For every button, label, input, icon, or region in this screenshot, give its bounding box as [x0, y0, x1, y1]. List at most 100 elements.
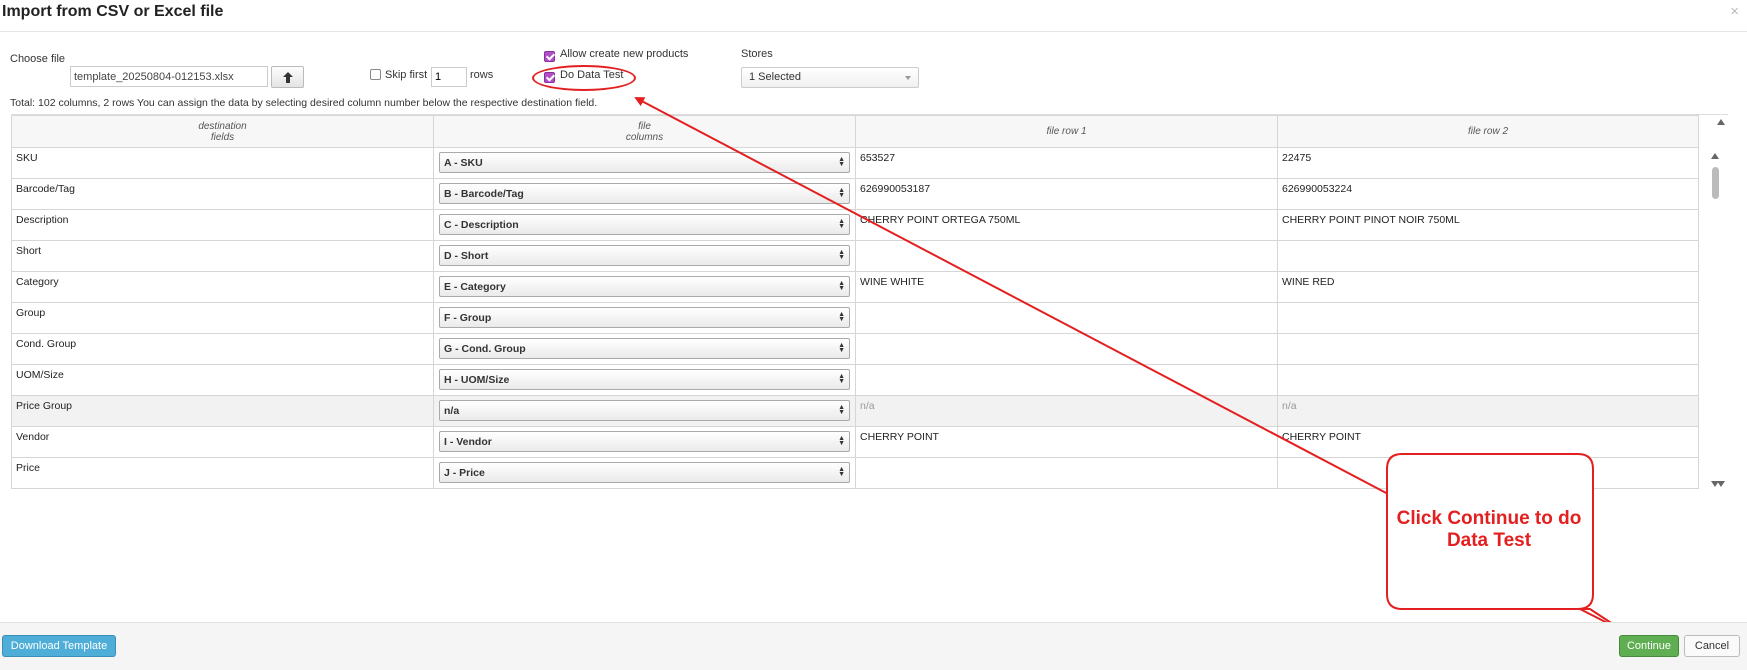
column-select[interactable]: n/a ▲ ▼ — [439, 400, 850, 421]
table-row: Vendor I - Vendor ▲ ▼ CHERRY POINT CHERRY … — [11, 426, 1699, 458]
column-select[interactable]: J - Price ▲ ▼ — [439, 462, 850, 483]
destination-field: Cond. Group — [11, 333, 434, 365]
header-file-row-1: file row 1 — [855, 115, 1278, 148]
file-row-2-value — [1277, 240, 1699, 272]
file-row-2-value: 22475 — [1277, 147, 1699, 179]
cancel-button[interactable]: Cancel — [1684, 635, 1740, 657]
file-row-2-value: CHERRY POINT — [1277, 426, 1699, 458]
file-row-1-value — [855, 302, 1278, 334]
import-info-text: Total: 102 columns, 2 rows You can assig… — [10, 97, 598, 109]
table-row: SKU A - SKU ▲ ▼ 653527 22475 — [11, 147, 1699, 179]
outer-scroll-up-icon[interactable] — [1717, 119, 1725, 125]
file-row-2-value — [1277, 333, 1699, 365]
table-row: Price Group n/a ▲ ▼ n/a n/a — [11, 395, 1699, 427]
table-row: Cond. Group G - Cond. Group ▲ ▼ — [11, 333, 1699, 365]
upload-arrow-icon — [282, 71, 293, 83]
stores-select[interactable]: 1 Selected — [741, 67, 919, 88]
skip-first-label: Skip first — [385, 69, 428, 81]
column-select[interactable]: I - Vendor ▲ ▼ — [439, 431, 850, 452]
file-row-1-value: 626990053187 — [855, 178, 1278, 210]
column-select[interactable]: B - Barcode/Tag ▲ ▼ — [439, 183, 850, 204]
updown-icon: ▲ ▼ — [838, 373, 845, 385]
table-row: UOM/Size H - UOM/Size ▲ ▼ — [11, 364, 1699, 396]
destination-field: Category — [11, 271, 434, 303]
continue-button[interactable]: Continue — [1619, 635, 1679, 657]
file-row-1-value — [855, 364, 1278, 396]
mapping-grid: destination fields file columns file row 1… — [11, 114, 1728, 492]
file-row-2-value — [1277, 364, 1699, 396]
dialog-title: Import from CSV or Excel file — [2, 3, 224, 20]
column-select[interactable]: G - Cond. Group ▲ ▼ — [439, 338, 850, 359]
table-row: Description C - Description ▲ ▼ CHERRY POI… — [11, 209, 1699, 241]
skip-rows-input[interactable] — [431, 67, 467, 87]
table-row: Category E - Category ▲ ▼ WINE WHITE WINE … — [11, 271, 1699, 303]
dialog-header: Import from CSV or Excel file × — [0, 0, 1747, 32]
file-row-1-value — [855, 457, 1278, 489]
allow-create-label: Allow create new products — [560, 48, 689, 60]
file-row-1-value: CHERRY POINT ORTEGA 750ML — [855, 209, 1278, 241]
skip-first-checkbox[interactable] — [370, 69, 381, 80]
close-icon[interactable]: × — [1730, 3, 1739, 20]
choose-file-label: Choose file — [10, 53, 66, 65]
updown-icon: ▲ ▼ — [838, 342, 845, 354]
outer-scroll-down-icon[interactable] — [1717, 481, 1725, 487]
updown-icon: ▲ ▼ — [838, 187, 845, 199]
destination-field: Price — [11, 457, 434, 489]
file-row-2-value — [1277, 457, 1699, 489]
updown-icon: ▲ ▼ — [838, 466, 845, 478]
destination-field: Short — [11, 240, 434, 272]
file-row-1-value — [855, 333, 1278, 365]
stores-label: Stores — [741, 48, 773, 60]
file-row-1-value: WINE WHITE — [855, 271, 1278, 303]
allow-create-checkbox[interactable] — [544, 51, 555, 62]
file-row-2-value: WINE RED — [1277, 271, 1699, 303]
rows-label: rows — [470, 69, 494, 81]
column-select[interactable]: C - Description ▲ ▼ — [439, 214, 850, 235]
updown-icon: ▲ ▼ — [838, 156, 845, 168]
scrollbar-thumb[interactable] — [1712, 167, 1719, 199]
updown-icon: ▲ ▼ — [838, 404, 845, 416]
header-file-columns: file columns — [433, 115, 856, 148]
callout-text: Click Continue to do Data Test — [1396, 508, 1582, 551]
table-row: Barcode/Tag B - Barcode/Tag ▲ ▼ 6269900531… — [11, 178, 1699, 210]
grid-scrollbar[interactable] — [1710, 151, 1720, 491]
updown-icon: ▲ ▼ — [838, 249, 845, 261]
highlight-ellipse — [532, 65, 636, 91]
stores-selected-value: 1 Selected — [749, 71, 801, 83]
file-row-2-value: n/a — [1277, 395, 1699, 427]
destination-field: Description — [11, 209, 434, 241]
file-row-2-value: 626990053224 — [1277, 178, 1699, 210]
destination-field: Vendor — [11, 426, 434, 458]
file-row-1-value: CHERRY POINT — [855, 426, 1278, 458]
file-row-1-value — [855, 240, 1278, 272]
file-row-1-value: 653527 — [855, 147, 1278, 179]
destination-field: UOM/Size — [11, 364, 434, 396]
mapping-table: destination fields file columns file row 1… — [11, 115, 1699, 489]
column-select[interactable]: A - SKU ▲ ▼ — [439, 152, 850, 173]
updown-icon: ▲ ▼ — [838, 280, 845, 292]
column-select[interactable]: F - Group ▲ ▼ — [439, 307, 850, 328]
destination-field: SKU — [11, 147, 434, 179]
scroll-up-icon[interactable] — [1711, 153, 1719, 159]
upload-button[interactable] — [271, 66, 304, 88]
destination-field: Barcode/Tag — [11, 178, 434, 210]
file-row-2-value — [1277, 302, 1699, 334]
updown-icon: ▲ ▼ — [838, 311, 845, 323]
column-select[interactable]: H - UOM/Size ▲ ▼ — [439, 369, 850, 390]
destination-field: Price Group — [11, 395, 434, 427]
file-row-1-value: n/a — [855, 395, 1278, 427]
table-row: Price J - Price ▲ ▼ — [11, 457, 1699, 489]
column-select[interactable]: E - Category ▲ ▼ — [439, 276, 850, 297]
table-header-row: destination fields file columns file row 1… — [11, 115, 1699, 148]
download-template-button[interactable]: Download Template — [2, 635, 116, 657]
updown-icon: ▲ ▼ — [838, 218, 845, 230]
updown-icon: ▲ ▼ — [838, 435, 845, 447]
header-file-row-2: file row 2 — [1277, 115, 1699, 148]
chevron-down-icon — [905, 76, 911, 80]
dialog-footer: Download Template Continue Cancel — [0, 622, 1747, 670]
file-path-input[interactable] — [70, 66, 268, 87]
destination-field: Group — [11, 302, 434, 334]
header-destination-fields: destination fields — [11, 115, 434, 148]
table-row: Group F - Group ▲ ▼ — [11, 302, 1699, 334]
column-select[interactable]: D - Short ▲ ▼ — [439, 245, 850, 266]
